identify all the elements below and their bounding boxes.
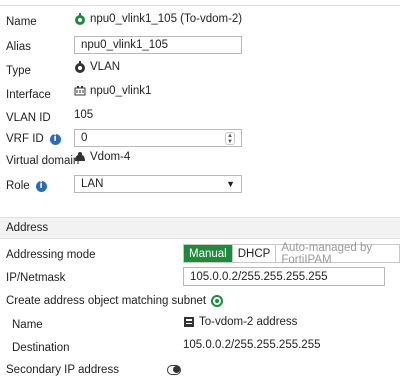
addressing-mode-label: Addressing mode	[6, 249, 96, 261]
alias-input[interactable]: npu0_vlink1_105	[74, 36, 242, 54]
vrf-id-label-wrap: VRF ID i	[6, 133, 61, 145]
role-select[interactable]: LAN ▼	[74, 175, 242, 193]
vlan-type-icon	[75, 61, 85, 73]
destination-value: 105.0.0.2/255.255.255.255	[183, 339, 321, 351]
destination-label: Destination	[12, 342, 70, 354]
addressing-mode-manual[interactable]: Manual	[184, 245, 233, 262]
addressing-mode-dhcp[interactable]: DHCP	[232, 245, 277, 262]
vrf-id-label: VRF ID	[6, 133, 44, 145]
subnet-name-label: Name	[12, 319, 43, 331]
alias-label: Alias	[6, 41, 31, 53]
vdom-icon	[75, 152, 85, 161]
name-value: npu0_vlink1_105 (To-vdom-2)	[74, 13, 242, 25]
name-label: Name	[6, 16, 37, 28]
vrf-id-stepper[interactable]: 0 ▲ ▼	[74, 129, 242, 147]
type-text: VLAN	[90, 61, 121, 73]
virtual-domain-value: Vdom-4	[74, 151, 130, 163]
address-section-header: Address	[0, 217, 400, 239]
interface-text: npu0_vlink1	[90, 85, 152, 97]
interface-label: Interface	[6, 89, 51, 101]
role-value: LAN	[81, 178, 104, 190]
name-text: npu0_vlink1_105 (To-vdom-2)	[90, 13, 243, 25]
vrf-id-value: 0	[81, 132, 88, 144]
addressing-mode-fortiipam[interactable]: Auto-managed by FortiIPAM	[276, 242, 399, 266]
secondary-ip-label: Secondary IP address	[6, 364, 119, 376]
vlan-id-label: VLAN ID	[6, 112, 51, 124]
caret-down-icon: ▼	[226, 179, 235, 189]
port-icon	[74, 86, 86, 96]
address-icon	[184, 317, 194, 327]
virtual-domain-label: Virtual domain	[6, 155, 80, 167]
subnet-name-value: To-vdom-2 address	[183, 316, 297, 328]
secondary-ip-toggle[interactable]	[167, 365, 181, 375]
address-section-title: Address	[6, 222, 49, 234]
create-subnet-row: Create address object matching subnet	[6, 295, 224, 307]
type-value: VLAN	[74, 61, 120, 73]
interface-value: npu0_vlink1	[74, 85, 151, 97]
top-divider	[0, 0, 400, 6]
stepper-arrows-icon[interactable]: ▲ ▼	[225, 131, 235, 145]
vlan-id-value: 105	[74, 109, 94, 121]
addressing-mode-selector: Manual DHCP Auto-managed by FortiIPAM	[183, 242, 400, 266]
info-icon[interactable]: i	[35, 180, 47, 192]
create-subnet-toggle[interactable]	[211, 295, 224, 307]
role-label: Role	[6, 180, 30, 192]
ip-netmask-label: IP/Netmask	[6, 272, 66, 284]
type-label: Type	[6, 65, 31, 77]
vlan-icon	[75, 13, 85, 25]
info-icon[interactable]: i	[49, 133, 61, 145]
role-label-wrap: Role i	[6, 180, 47, 192]
virtual-domain-text: Vdom-4	[90, 151, 131, 163]
create-subnet-label: Create address object matching subnet	[6, 295, 207, 307]
subnet-name-text: To-vdom-2 address	[199, 316, 298, 328]
ip-netmask-input[interactable]: 105.0.0.2/255.255.255.255	[183, 267, 385, 286]
